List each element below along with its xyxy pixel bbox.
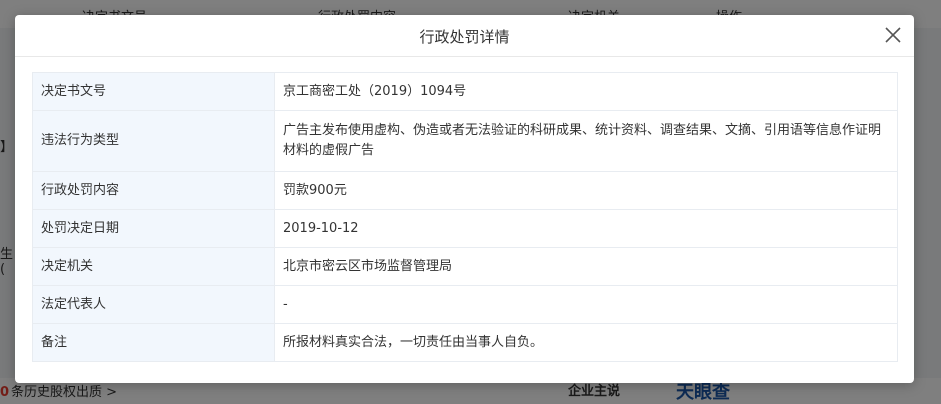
row-label: 行政处罚内容 [32,171,275,210]
close-icon [885,27,901,43]
row-value: - [274,285,898,324]
table-row: 法定代表人 - [32,285,898,324]
row-value: 京工商密工处（2019）1094号 [274,72,898,111]
row-label: 违法行为类型 [32,110,275,172]
row-value: 2019-10-12 [274,209,898,248]
row-label: 决定机关 [32,247,275,286]
row-label: 法定代表人 [32,285,275,324]
table-row: 处罚决定日期 2019-10-12 [32,209,898,248]
row-value: 所报材料真实合法，一切责任由当事人自负。 [274,323,898,362]
row-value: 北京市密云区市场监督管理局 [274,247,898,286]
modal-header: 行政处罚详情 [15,15,914,57]
modal-title: 行政处罚详情 [419,28,510,46]
table-row: 行政处罚内容 罚款900元 [32,171,898,210]
table-row: 决定书文号 京工商密工处（2019）1094号 [32,72,898,111]
row-label: 备注 [32,323,275,362]
close-button[interactable] [884,26,902,44]
table-row: 违法行为类型 广告主发布使用虚构、伪造或者无法验证的科研成果、统计资料、调查结果… [32,110,898,172]
table-row: 备注 所报材料真实合法，一切责任由当事人自负。 [32,323,898,362]
penalty-detail-table: 决定书文号 京工商密工处（2019）1094号 违法行为类型 广告主发布使用虚构… [32,72,898,362]
table-row: 决定机关 北京市密云区市场监督管理局 [32,247,898,286]
row-label: 处罚决定日期 [32,209,275,248]
row-label: 决定书文号 [32,72,275,111]
penalty-detail-modal: 行政处罚详情 决定书文号 京工商密工处（2019）1094号 违法行为类型 广告… [15,15,914,383]
row-value: 罚款900元 [274,171,898,210]
row-value: 广告主发布使用虚构、伪造或者无法验证的科研成果、统计资料、调查结果、文摘、引用语… [274,110,898,172]
